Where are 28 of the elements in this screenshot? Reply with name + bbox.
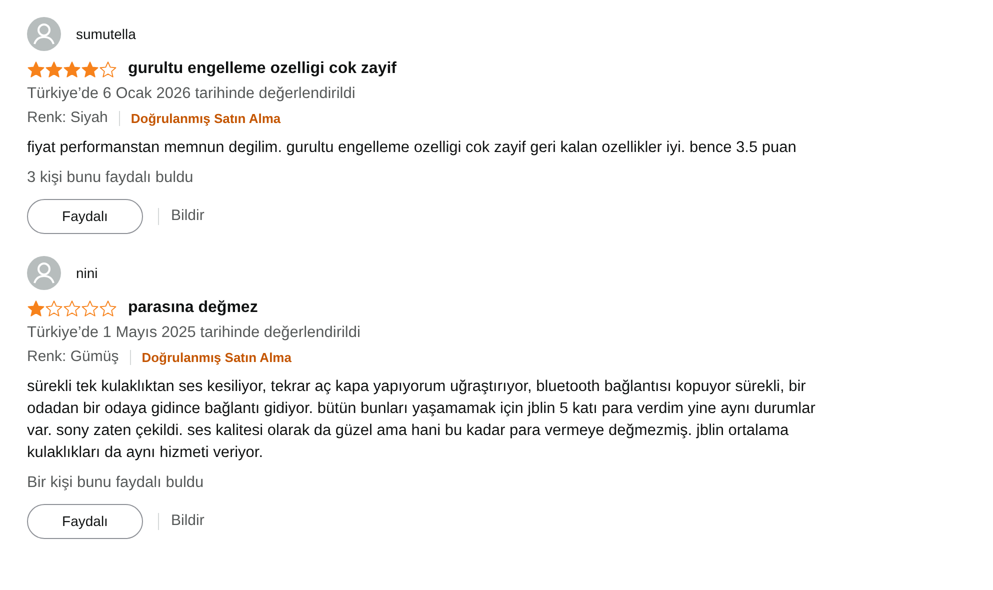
helpful-count: Bir kişi bunu faydalı buldu bbox=[27, 472, 205, 493]
review-date: Türkiye’de 1 Mayıs 2025 tarihinde değerlendirildi bbox=[27, 323, 362, 343]
review-body: fiyat performanstan memnun degilim. gurultu engelleme ozelligi cok zayif geri kalan ozellikler iyi. bence 3.5 puan bbox=[27, 138, 798, 158]
review-date: Türkiye’de 6 Ocak 2026 tarihinde değerlendirildi bbox=[27, 84, 356, 104]
verified-purchase-label: Doğrulanmış Satın Alma bbox=[130, 110, 281, 128]
reviewer-name: nini bbox=[76, 264, 98, 282]
empty-star-icon bbox=[63, 300, 81, 316]
report-link[interactable]: Bildir bbox=[171, 510, 204, 533]
empty-star-icon bbox=[99, 300, 117, 316]
review-title[interactable]: parasına değmez bbox=[128, 296, 258, 320]
helpful-count: 3 kişi bunu faydalı buldu bbox=[27, 168, 194, 188]
filled-star-icon bbox=[45, 60, 63, 78]
reviewer-name: sumutella bbox=[76, 24, 136, 44]
avatar-icon bbox=[27, 17, 61, 51]
helpful-button[interactable]: Faydalı bbox=[27, 504, 143, 539]
verified-purchase-label: Doğrulanmış Satın Alma bbox=[142, 348, 292, 367]
review-body: sürekli tek kulaklıktan ses kesiliyor, tekrar aç kapa yapıyorum uğraştırıyor, bluetooth bağlantısı kopuyor sürekli, bir odadan bir odaya gidince bağlantı gidiyor. bütün bunları yaşamamak için jblin 5 katı para verdim yine aynı durumlar var. sony zaten çekildi. ses kalitesi olarak da güzel ama hani bu kadar para vermeye değmezmiş. jblin ortalama kulaklıkları da aynı hizmeti veriyor. bbox=[27, 376, 816, 463]
filled-star-icon bbox=[27, 60, 45, 78]
review-title[interactable]: gurultu engelleme ozelligi cok zayif bbox=[128, 57, 396, 81]
report-link[interactable]: Bildir bbox=[171, 205, 204, 228]
filled-star-icon bbox=[27, 300, 45, 316]
filled-star-icon bbox=[81, 60, 99, 78]
filled-star-icon bbox=[63, 60, 81, 78]
variant-label: Renk: Gümüş bbox=[27, 347, 119, 368]
variant-label: Renk: Siyah bbox=[27, 108, 108, 128]
empty-star-icon bbox=[81, 300, 99, 316]
helpful-button[interactable]: Faydalı bbox=[27, 199, 143, 234]
avatar-icon bbox=[27, 256, 61, 290]
